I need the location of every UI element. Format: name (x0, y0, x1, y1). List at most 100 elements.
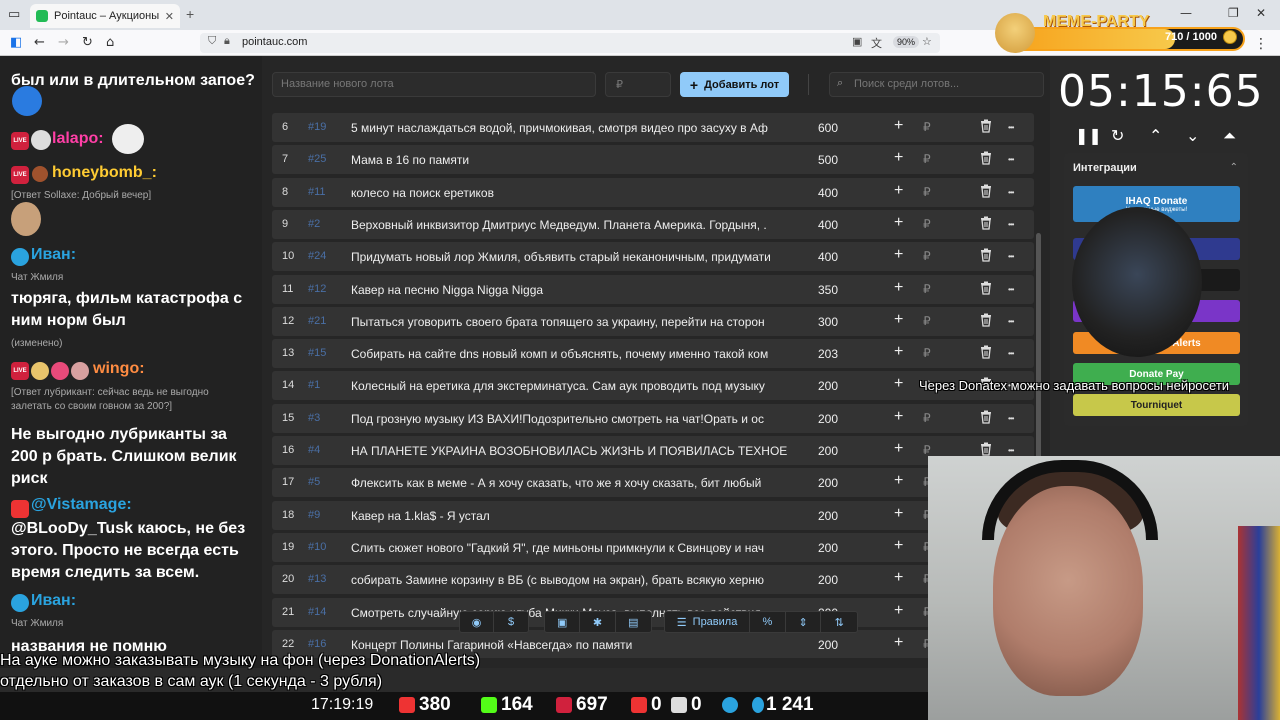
lot-name[interactable]: Придумать новый лор Жмиля, объявить стар… (351, 250, 791, 264)
lot-amount[interactable]: 400 (818, 218, 858, 232)
lot-amount[interactable]: 350 (818, 283, 858, 297)
rules-button[interactable]: ☰ Правила (665, 612, 751, 632)
address-bar[interactable]: ⛉ 🔒︎ pointauc.com ▣ 文 90% ☆ (200, 33, 940, 53)
trash-icon[interactable] (980, 281, 992, 295)
add-amount-icon[interactable]: + (894, 279, 903, 297)
add-amount-icon[interactable]: + (894, 375, 903, 393)
lot-name[interactable]: 5 минут наслаждаться водой, причмокивая,… (351, 121, 791, 135)
timer-down-icon[interactable]: ⌄ (1186, 126, 1199, 145)
trash-icon[interactable] (980, 313, 992, 327)
reload-icon[interactable]: ↻ (82, 35, 93, 50)
donate-dollar-icon[interactable]: $ (494, 612, 528, 632)
save-icon[interactable]: ▣ (545, 612, 581, 632)
currency-icon[interactable]: ₽ (923, 152, 931, 166)
lot-name[interactable]: Мама в 16 по памяти (351, 153, 791, 167)
new-lot-input[interactable]: Название нового лота (272, 72, 596, 97)
browser-tab[interactable]: Pointauc – Аукционы, лотереи ✕ (30, 4, 180, 28)
more-options-icon[interactable]: ••• (1008, 349, 1014, 358)
lot-amount[interactable]: 200 (818, 573, 858, 587)
trash-icon[interactable] (980, 410, 992, 424)
trash-icon[interactable] (980, 442, 992, 456)
add-amount-icon[interactable]: + (894, 505, 903, 523)
lot-row[interactable]: 6 #19 5 минут наслаждаться водой, причмоки… (272, 113, 1034, 142)
lot-name[interactable]: Пытаться уговорить своего брата топящего… (351, 315, 791, 329)
trash-icon[interactable] (980, 151, 992, 165)
currency-icon[interactable]: ₽ (923, 314, 931, 328)
lot-name[interactable]: НА ПЛАНЕТЕ УКРАИНА ВОЗОБНОВИЛАСЬ ЖИЗНЬ И… (351, 444, 791, 458)
lot-name[interactable]: Верховный инквизитор Дмитриус Медведум. … (351, 218, 791, 232)
reset-timer-icon[interactable]: ↻ (1111, 126, 1124, 145)
add-amount-icon[interactable]: + (894, 311, 903, 329)
more-options-icon[interactable]: ••• (1008, 188, 1014, 197)
currency-icon[interactable]: ₽ (923, 282, 931, 296)
sidebar-toggle-icon[interactable]: ◧ (10, 35, 22, 50)
add-amount-icon[interactable]: + (894, 343, 903, 361)
lot-row[interactable]: 10 #24 Придумать новый лор Жмиля, объявить… (272, 242, 1034, 272)
translate-icon[interactable]: 文 (871, 35, 882, 51)
timer-up-icon[interactable]: ⌃ (1149, 126, 1162, 145)
lot-row[interactable]: 19 #10 Слить сюжет нового "Гадкий Я", где … (272, 532, 1034, 562)
collapse-chevron-icon[interactable]: ⌃ (1230, 162, 1238, 173)
trash-icon[interactable] (980, 216, 992, 230)
add-amount-icon[interactable]: + (894, 408, 903, 426)
lot-amount[interactable]: 200 (818, 444, 858, 458)
github-icon[interactable]: ◉ (460, 612, 495, 632)
currency-icon[interactable]: ₽ (923, 185, 931, 199)
lot-amount[interactable]: 400 (818, 250, 858, 264)
add-amount-icon[interactable]: + (894, 440, 903, 458)
lot-name[interactable]: колесо на поиск еретиков (351, 186, 791, 200)
trash-icon[interactable] (980, 345, 992, 359)
archive-icon[interactable]: ▤ (616, 612, 651, 632)
lot-amount[interactable]: 200 (818, 379, 858, 393)
lot-name[interactable]: Кавер на 1.kla$ - Я устал (351, 509, 791, 523)
lot-amount[interactable]: 200 (818, 476, 858, 490)
add-amount-icon[interactable]: + (894, 537, 903, 555)
forward-icon[interactable]: → (58, 35, 69, 50)
more-options-icon[interactable]: ••• (1008, 285, 1014, 294)
lot-amount[interactable]: 203 (818, 347, 858, 361)
new-tab-button[interactable]: + (186, 6, 194, 22)
lot-name[interactable]: Флексить как в меме - А я хочу сказать, … (351, 476, 791, 490)
lot-row[interactable]: 13 #15 Собирать на сайте dns новый комп и … (272, 339, 1034, 369)
tab-list-icon[interactable]: ▭ (8, 7, 20, 22)
add-amount-icon[interactable]: + (894, 182, 903, 200)
more-options-icon[interactable]: ••• (1008, 123, 1014, 132)
close-window-icon[interactable]: ✕ (1256, 6, 1266, 20)
back-icon[interactable]: ← (34, 35, 45, 50)
lot-name[interactable]: Слить сюжет нового "Гадкий Я", где миньо… (351, 541, 791, 555)
home-icon[interactable]: ⌂ (106, 35, 114, 50)
currency-icon[interactable]: ₽ (923, 217, 931, 231)
lot-row[interactable]: 17 #5 Флексить как в меме - А я хочу сказа… (272, 468, 1034, 498)
currency-icon[interactable]: ₽ (923, 120, 931, 134)
more-options-icon[interactable]: ••• (1008, 446, 1014, 455)
reader-view-icon[interactable]: ▣ (852, 35, 862, 48)
lot-row[interactable]: 11 #12 Кавер на песню Nigga Nigga Nigga 350… (272, 274, 1034, 304)
add-amount-icon[interactable]: + (894, 569, 903, 587)
browser-menu-icon[interactable]: ⋮ (1254, 36, 1268, 52)
bookmark-star-icon[interactable]: ☆ (922, 35, 932, 48)
integration-tourniquet-button[interactable]: Tourniquet (1073, 394, 1240, 416)
lot-name[interactable]: Колесный на еретика для экстерминатуса. … (351, 379, 791, 393)
add-amount-icon[interactable]: + (894, 117, 903, 135)
lot-price-input[interactable]: ₽ (605, 72, 671, 97)
trash-icon[interactable] (980, 248, 992, 262)
add-amount-icon[interactable]: + (894, 246, 903, 264)
more-options-icon[interactable]: ••• (1008, 155, 1014, 164)
lot-amount[interactable]: 200 (818, 412, 858, 426)
currency-icon[interactable]: ₽ (923, 443, 931, 457)
pause-icon[interactable]: ❚❚ (1075, 126, 1102, 145)
trash-icon[interactable] (980, 184, 992, 198)
zoom-level[interactable]: 90% (893, 36, 920, 48)
add-amount-icon[interactable]: + (894, 472, 903, 490)
lot-name[interactable]: Собирать на сайте dns новый комп и объяс… (351, 347, 791, 361)
lot-row[interactable]: 12 #21 Пытаться уговорить своего брата топ… (272, 306, 1034, 336)
lot-row[interactable]: 15 #3 Под грозную музыку ИЗ ВАХИ!Подозрите… (272, 403, 1034, 433)
add-amount-icon[interactable]: + (894, 214, 903, 232)
lot-name[interactable]: Кавер на песню Nigga Nigga Nigga (351, 283, 791, 297)
lot-row[interactable]: 21#14Смотреть случайную серию клуба Микк… (272, 597, 1034, 627)
add-amount-icon[interactable]: + (894, 602, 903, 620)
timer-double-up-icon[interactable]: ⏶ (1223, 126, 1236, 146)
lot-name[interactable]: Под грозную музыку ИЗ ВАХИ!Подозрительно… (351, 412, 791, 426)
lot-amount[interactable]: 200 (818, 541, 858, 555)
lot-search-input[interactable]: ⌕ Поиск среди лотов... (829, 72, 1044, 97)
